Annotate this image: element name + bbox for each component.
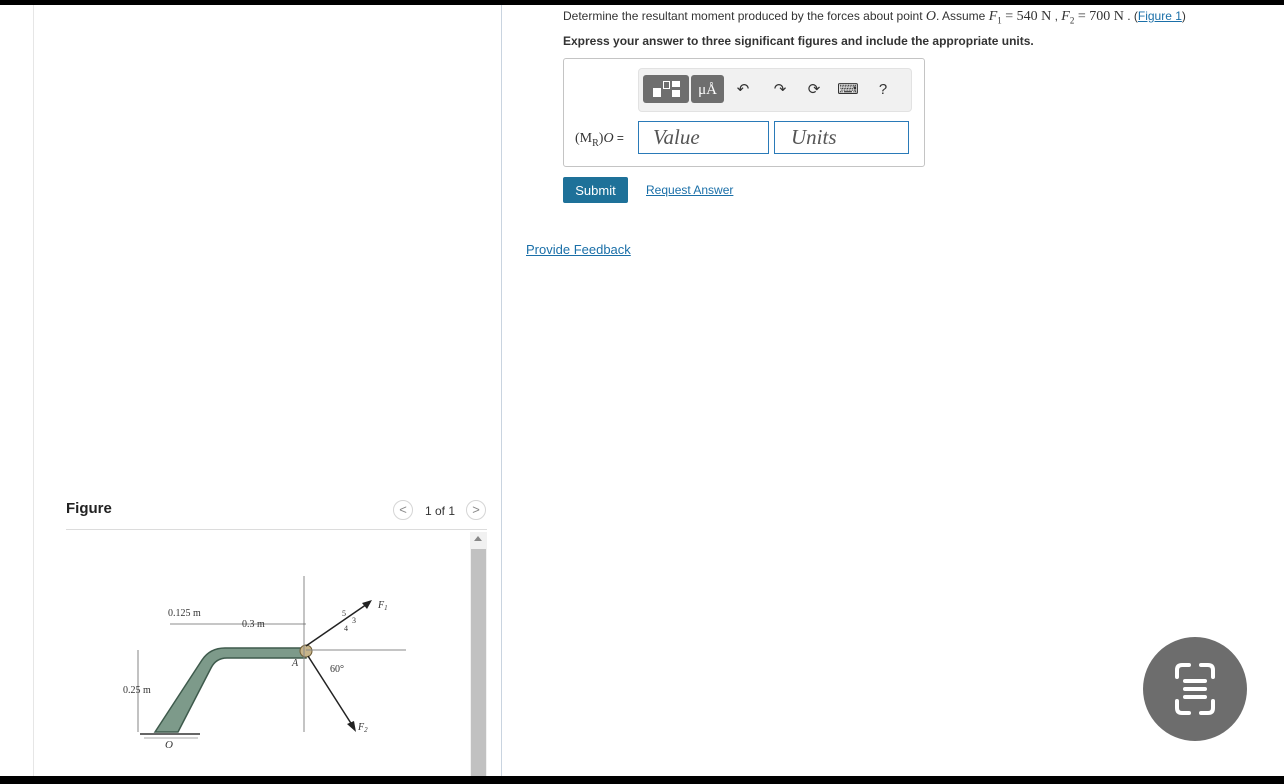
- panel-divider: [501, 5, 502, 776]
- answer-label-sub: R: [592, 137, 599, 149]
- figure-scroll-thumb[interactable]: [471, 549, 486, 776]
- force-1-arrow: [305, 601, 371, 647]
- instruction-text: Express your answer to three significant…: [563, 34, 1034, 48]
- question-assume: . Assume: [936, 9, 989, 23]
- dim-025-label: 0.25 m: [123, 685, 151, 696]
- provide-feedback-link[interactable]: Provide Feedback: [526, 242, 631, 257]
- bracket-diagram: 0.125 m 0.3 m 0.25 m O A 60° 5 3 4 F1 F2: [123, 576, 406, 751]
- left-margin-rule: [33, 5, 34, 776]
- units-button[interactable]: μÅ: [691, 75, 724, 103]
- slope-4-label: 4: [344, 624, 348, 633]
- question-period: . (: [1123, 9, 1138, 23]
- answer-label-point: O: [603, 131, 614, 146]
- figure-rule: [66, 529, 487, 530]
- figure-pager: 1 of 1: [425, 504, 456, 518]
- submit-button[interactable]: Submit: [563, 177, 628, 203]
- undo-icon[interactable]: ↶: [732, 79, 754, 101]
- scan-text-icon: [1175, 663, 1215, 715]
- answer-label: (MR)O =: [575, 131, 624, 149]
- figure-title: Figure: [66, 500, 112, 517]
- force-2-label: F2: [357, 722, 368, 734]
- request-answer-link[interactable]: Request Answer: [646, 183, 733, 197]
- slope-3-label: 3: [352, 616, 356, 625]
- scroll-up-arrow-icon[interactable]: [474, 536, 482, 541]
- dim-0125-label: 0.125 m: [168, 608, 201, 619]
- top-bar: [0, 0, 1284, 5]
- answer-label-open: (M: [575, 131, 593, 146]
- question-separator: ,: [1051, 9, 1062, 23]
- point-o-label: O: [165, 739, 173, 751]
- f1-value: = 540 N: [1001, 9, 1052, 24]
- templates-icon[interactable]: [643, 75, 689, 103]
- redo-icon[interactable]: ↷: [769, 79, 791, 101]
- keyboard-icon[interactable]: ⌨: [837, 79, 859, 101]
- slope-5-label: 5: [342, 609, 346, 618]
- question-close: ): [1181, 9, 1186, 23]
- answer-box: μÅ ↶ ↷ ⟳ ⌨ ? (MR)O =: [563, 58, 925, 167]
- f1-symbol: F: [988, 9, 998, 24]
- figure-link[interactable]: Figure 1: [1138, 9, 1182, 23]
- math-toolbar: μÅ ↶ ↷ ⟳ ⌨ ?: [638, 68, 912, 112]
- dim-03-label: 0.3 m: [242, 619, 265, 630]
- scan-text-fab[interactable]: [1143, 637, 1247, 741]
- units-input[interactable]: [774, 121, 909, 154]
- question-point: O: [925, 9, 936, 24]
- force-2-arrowhead: [347, 721, 356, 732]
- reset-icon[interactable]: ⟳: [803, 79, 825, 101]
- question-prefix: Determine the resultant moment produced …: [563, 9, 926, 23]
- bracket-body: [153, 647, 307, 733]
- question-text: Determine the resultant moment produced …: [563, 9, 1186, 25]
- joint-a: [299, 644, 313, 658]
- value-input[interactable]: [638, 121, 769, 154]
- help-icon[interactable]: ?: [872, 79, 894, 101]
- force-1-label: F1: [377, 600, 388, 612]
- f2-symbol: F: [1061, 9, 1070, 24]
- figure-prev-button[interactable]: <: [393, 500, 413, 520]
- figure-next-button[interactable]: >: [466, 500, 486, 520]
- bottom-bar: [0, 776, 1284, 784]
- force-1-arrowhead: [362, 600, 372, 609]
- f2-value: = 700 N: [1074, 9, 1124, 24]
- angle-label: 60°: [330, 664, 344, 675]
- point-a-label: A: [291, 658, 299, 669]
- answer-label-equals: =: [613, 131, 624, 145]
